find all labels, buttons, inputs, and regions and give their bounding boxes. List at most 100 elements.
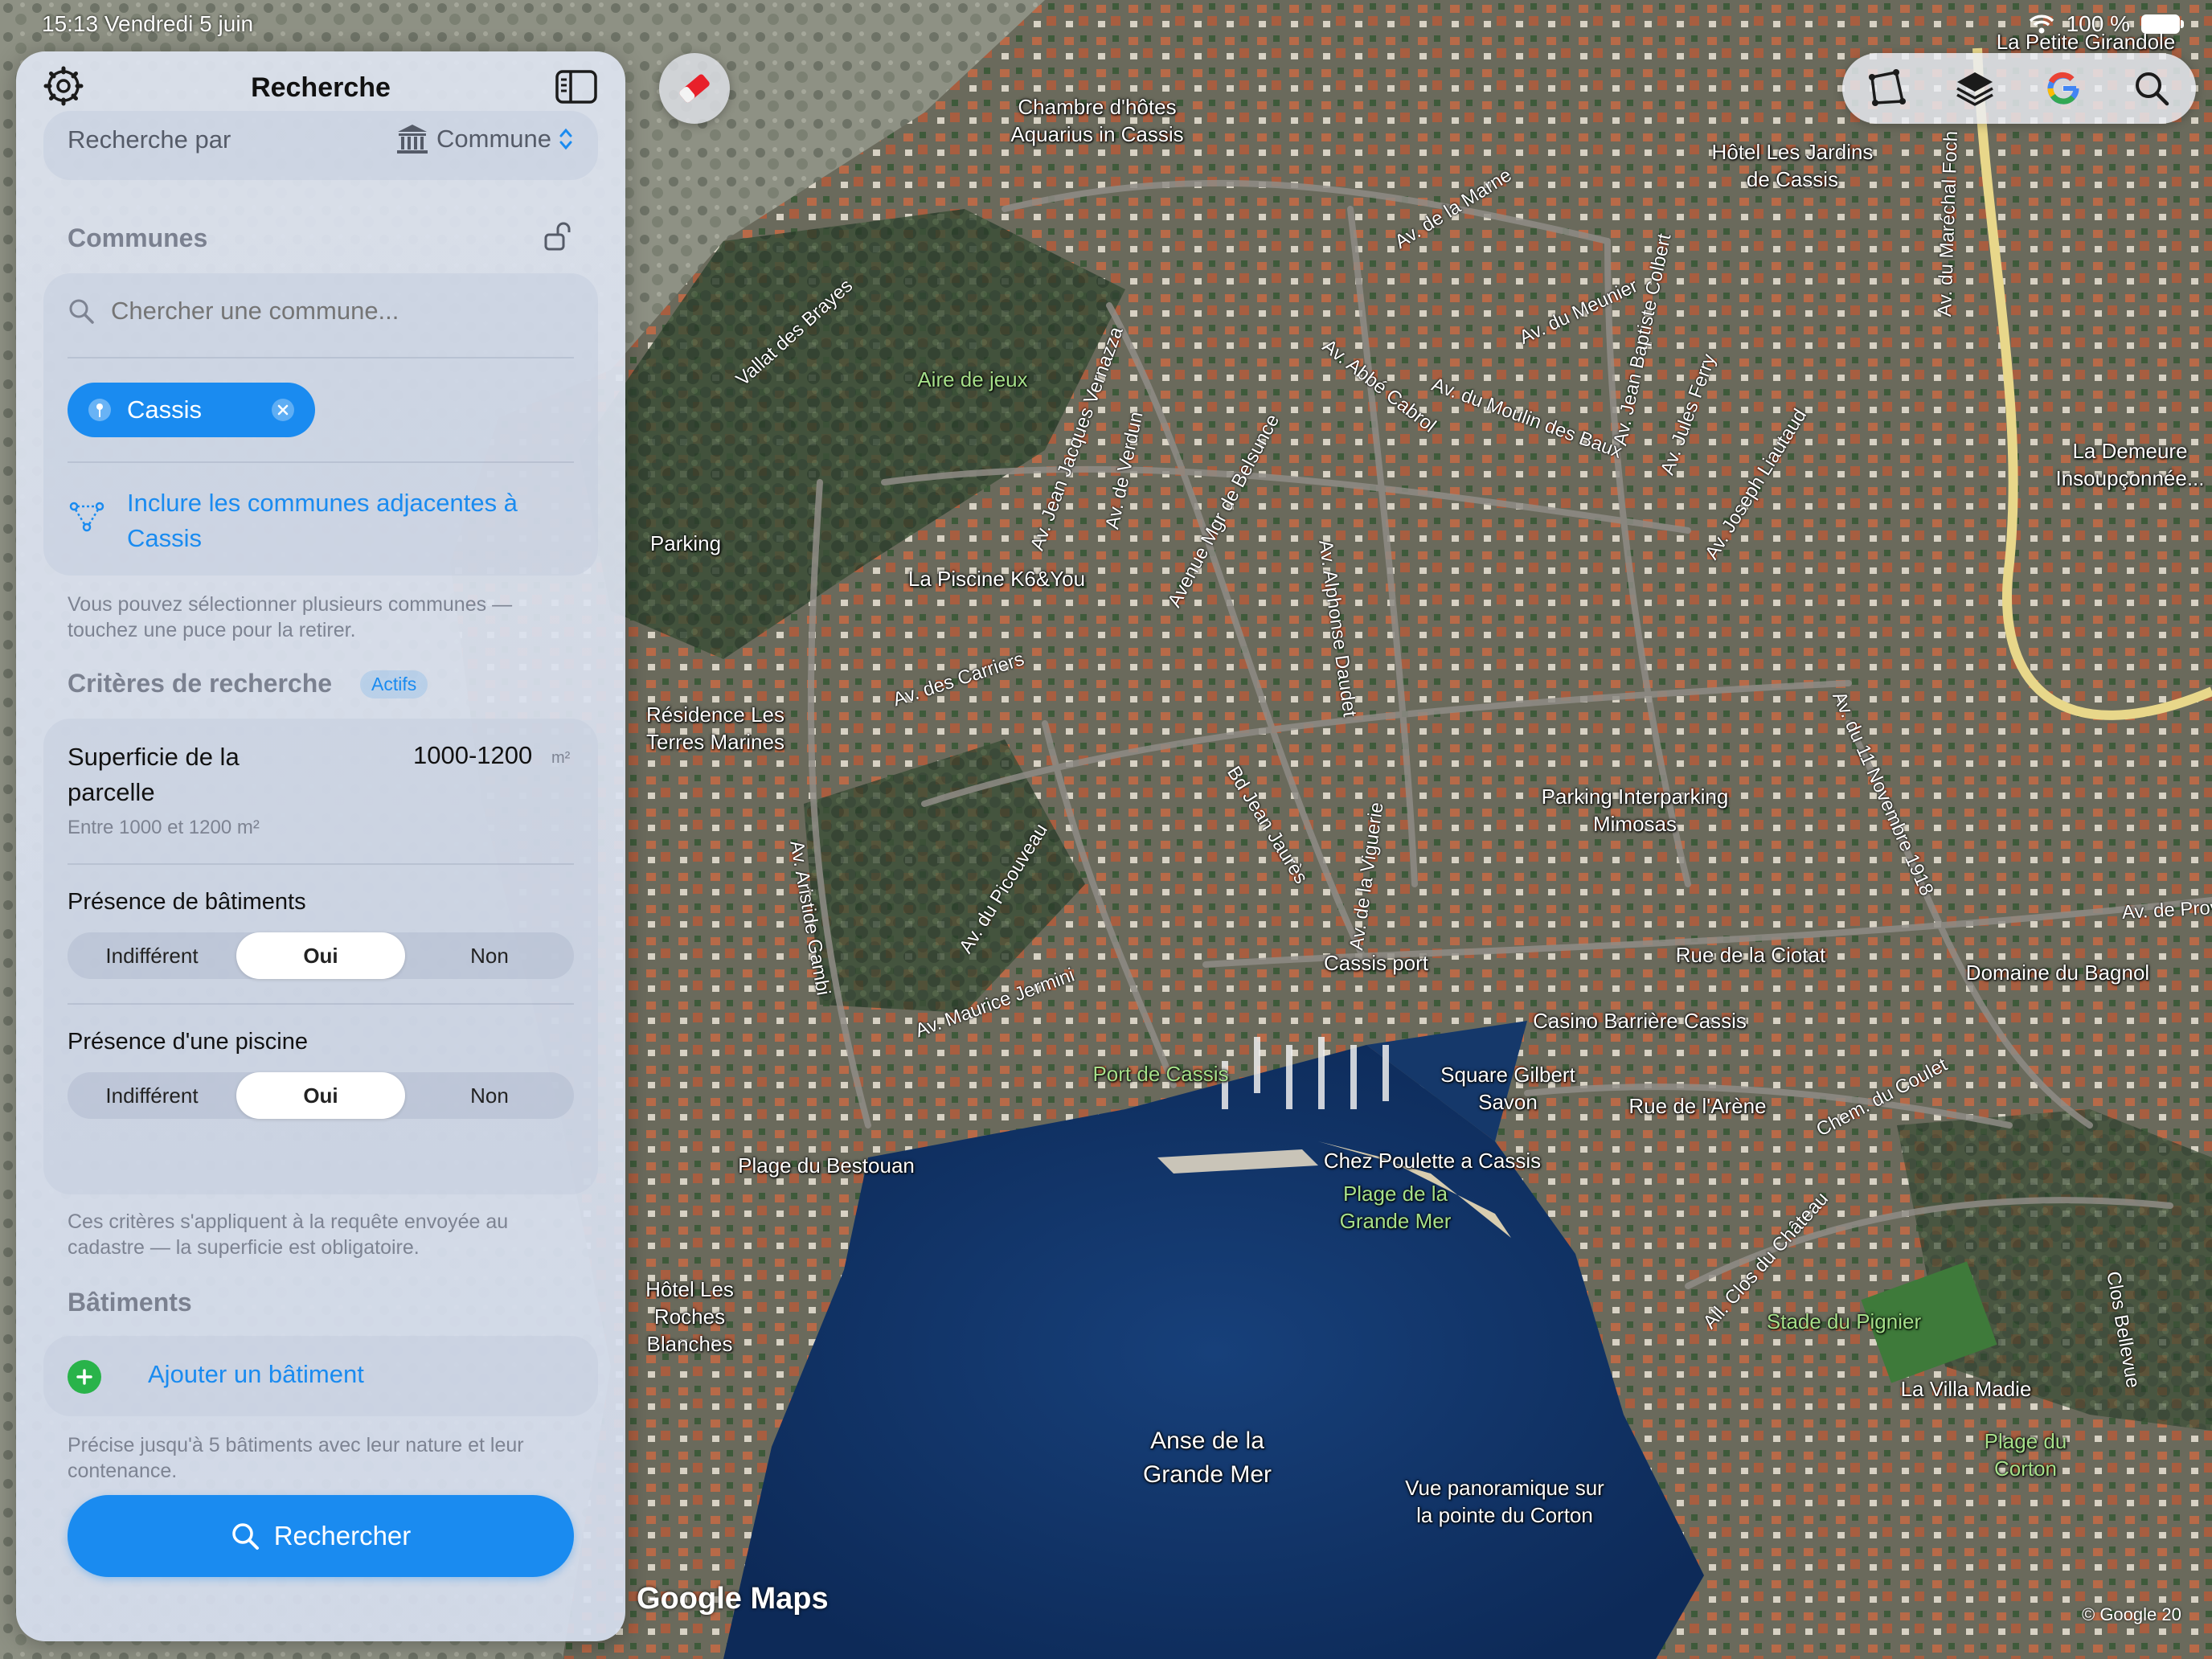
unlock-icon xyxy=(544,222,571,251)
add-building-label: Ajouter un bâtiment xyxy=(148,1360,364,1388)
search-by-row[interactable]: Recherche par Commune xyxy=(43,111,598,180)
buildings-option-oui[interactable]: Oui xyxy=(236,932,405,979)
map-toolbar xyxy=(1842,53,2196,124)
communes-help-text: Vous pouvez sélectionner plusieurs commu… xyxy=(68,593,513,641)
place-label[interactable]: Plage de la Grande Mer xyxy=(1331,1180,1460,1235)
criteria-card: Superficie de la parcelle 1000-1200 m² E… xyxy=(43,719,598,1194)
buildings-presence-segmented: Indifférent Oui Non xyxy=(68,932,574,979)
search-panel: Recherche Recherche par Commune Communes… xyxy=(16,51,625,1641)
map-copyright: © Google 20 xyxy=(2082,1604,2181,1624)
draw-polygon-button[interactable] xyxy=(1858,59,1915,117)
place-label[interactable]: Hôtel Les Jardins de Cassis xyxy=(1700,138,1885,193)
divider xyxy=(68,863,574,865)
place-label[interactable]: Plage du Bestouan xyxy=(738,1152,915,1179)
network-icon xyxy=(69,502,104,532)
area-label: Superficie de la parcelle xyxy=(68,743,240,806)
town-hall-icon xyxy=(397,125,428,154)
lock-button[interactable] xyxy=(542,220,574,256)
place-label[interactable]: Parking xyxy=(650,530,721,557)
commune-search-field[interactable] xyxy=(68,296,574,326)
area-unit: m² xyxy=(551,749,571,767)
layers-icon xyxy=(1956,72,1993,106)
pin-icon xyxy=(88,399,111,421)
status-date: Vendredi 5 juin xyxy=(104,11,254,36)
buildings-section-title: Bâtiments xyxy=(68,1288,192,1317)
search-by-label: Recherche par xyxy=(68,125,231,154)
sidebar-icon xyxy=(555,70,597,104)
place-label[interactable]: Domaine du Bagnol xyxy=(1966,959,2149,986)
communes-card: Cassis Inclure les communes adjacentes à… xyxy=(43,273,598,576)
place-label[interactable]: Plage du Corton xyxy=(1973,1428,2078,1482)
plus-glyph xyxy=(76,1369,92,1385)
plus-icon xyxy=(68,1360,101,1394)
place-label[interactable]: Parking Interparking Mimosas xyxy=(1526,783,1743,838)
area-value-input[interactable]: 1000-1200 xyxy=(413,741,532,770)
include-adjacent-button[interactable]: Inclure les communes adjacentes à Cassis xyxy=(68,485,582,556)
status-bar-time: 15:13 Vendredi 5 juin xyxy=(42,11,253,37)
place-label[interactable]: Anse de la Grande Mer xyxy=(1119,1424,1296,1492)
add-building-button[interactable]: Ajouter un bâtiment xyxy=(43,1336,598,1416)
commune-chip[interactable]: Cassis xyxy=(68,383,315,437)
place-label[interactable]: Cassis port xyxy=(1324,949,1428,977)
map-layers-button[interactable] xyxy=(1946,59,2004,117)
place-label[interactable]: Résidence Les Terres Marines xyxy=(635,701,796,756)
pool-option-oui[interactable]: Oui xyxy=(236,1072,405,1119)
place-label[interactable]: Hôtel Les Roches Blanches xyxy=(613,1276,766,1358)
buildings-option-non[interactable]: Non xyxy=(405,932,574,979)
place-label[interactable]: La Piscine K6&You xyxy=(908,565,1085,592)
place-label[interactable]: Stade du Pignier xyxy=(1767,1308,1921,1335)
pool-option-indifferent[interactable]: Indifférent xyxy=(68,1072,236,1119)
search-submit-label: Rechercher xyxy=(273,1521,412,1550)
commune-search-input[interactable] xyxy=(109,296,563,326)
include-adjacent-label: Inclure les communes adjacentes à Cassis xyxy=(127,489,518,552)
place-label[interactable]: Chez Poulette a Cassis xyxy=(1324,1147,1541,1174)
pool-presence-label: Présence d'une piscine xyxy=(68,1029,308,1055)
pool-option-non[interactable]: Non xyxy=(405,1072,574,1119)
status-bar-right: 100 % xyxy=(2028,11,2184,37)
pool-presence-segmented: Indifférent Oui Non xyxy=(68,1072,574,1119)
search-submit-button[interactable]: Rechercher xyxy=(68,1495,574,1577)
google-g-icon xyxy=(2047,72,2079,104)
map-pin-icon xyxy=(96,403,103,417)
communes-section-title: Communes xyxy=(68,223,208,252)
criteria-active-badge: Actifs xyxy=(360,670,428,698)
place-label[interactable]: Vue panoramique sur la pointe du Corton xyxy=(1396,1474,1613,1529)
place-label[interactable]: La Demeure Insoupçonnée... xyxy=(2050,437,2210,492)
place-label[interactable]: Aire de jeux xyxy=(917,366,1027,393)
place-label[interactable]: La Villa Madie xyxy=(1901,1375,2032,1403)
panel-title: Recherche xyxy=(251,72,391,103)
battery-icon xyxy=(2141,14,2184,34)
eraser-icon xyxy=(679,74,710,103)
buildings-help-text: Précise jusqu'à 5 bâtiments avec leur na… xyxy=(68,1434,524,1482)
google-maps-logo: Google Maps xyxy=(637,1582,829,1616)
buildings-option-indifferent[interactable]: Indifférent xyxy=(68,932,236,979)
close-icon xyxy=(277,404,289,416)
eraser-button[interactable] xyxy=(659,53,730,124)
buildings-presence-label: Présence de bâtiments xyxy=(68,889,306,915)
google-button[interactable] xyxy=(2034,59,2092,117)
search-by-picker[interactable]: Commune xyxy=(395,122,574,156)
remove-chip-button[interactable] xyxy=(272,399,294,421)
place-label[interactable]: Chambre d'hôtes Aquarius in Cassis xyxy=(1005,93,1190,148)
status-time: 15:13 xyxy=(42,11,99,36)
place-label[interactable]: Rue de la Ciotat xyxy=(1676,941,1825,969)
search-icon xyxy=(69,299,94,324)
search-by-value: Commune xyxy=(436,125,551,153)
divider xyxy=(68,461,574,463)
search-icon xyxy=(231,1523,259,1550)
divider xyxy=(68,357,574,358)
polygon-icon xyxy=(1869,69,1906,106)
wifi-icon xyxy=(2029,14,2054,34)
map-search-button[interactable] xyxy=(2123,59,2181,117)
battery-percent: 100 % xyxy=(2066,11,2130,36)
divider xyxy=(68,1003,574,1005)
search-icon xyxy=(2136,72,2169,106)
place-label[interactable]: Square Gilbert Savon xyxy=(1440,1061,1576,1116)
place-label[interactable]: Rue de l'Arène xyxy=(1628,1092,1766,1120)
criteria-section-title: Critères de recherche xyxy=(68,669,333,698)
place-label[interactable]: Casino Barrière Cassis xyxy=(1533,1007,1747,1034)
place-label[interactable]: Port de Cassis xyxy=(1092,1060,1228,1088)
criteria-help-text: Ces critères s'appliquent à la requête e… xyxy=(68,1210,509,1259)
toggle-sidebar-button[interactable] xyxy=(555,69,598,109)
area-subtext: Entre 1000 et 1200 m² xyxy=(68,817,260,838)
